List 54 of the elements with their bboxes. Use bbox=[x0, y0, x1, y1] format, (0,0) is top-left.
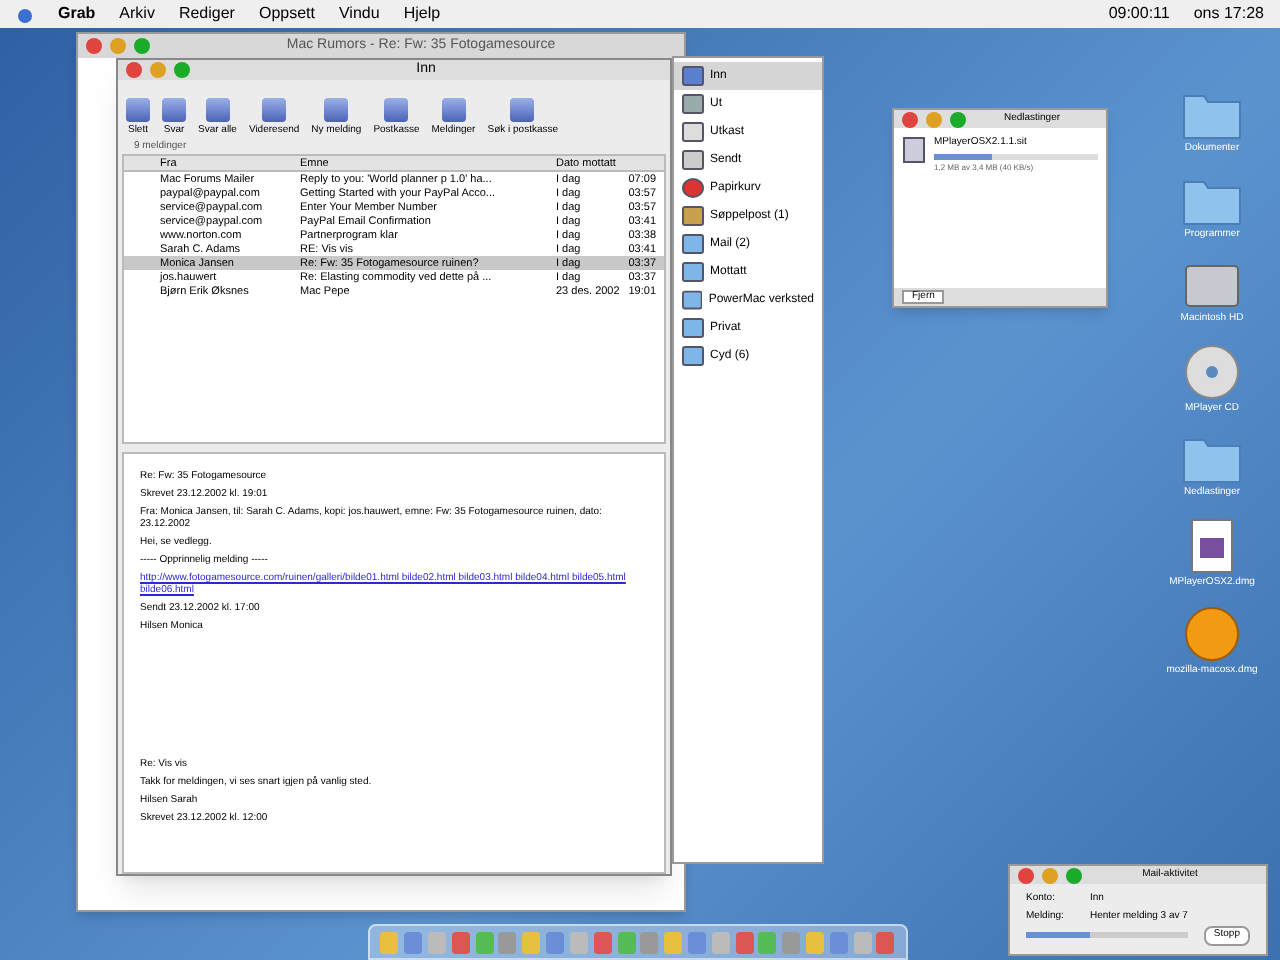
dock-app-icon[interactable] bbox=[806, 931, 825, 953]
toolbar-icon bbox=[324, 98, 349, 122]
globe-icon bbox=[1183, 606, 1240, 662]
dock-app-icon[interactable] bbox=[522, 931, 541, 953]
mailbox-icon bbox=[682, 66, 704, 86]
timer-text: 09:00:11 bbox=[1108, 2, 1170, 26]
toolbar-icon bbox=[384, 98, 409, 122]
dock-app-icon[interactable] bbox=[711, 931, 730, 953]
dock-app-icon[interactable] bbox=[617, 931, 636, 953]
dock-app-icon[interactable] bbox=[569, 931, 588, 953]
toolbar-icon bbox=[126, 98, 150, 122]
dock-app-icon[interactable] bbox=[451, 931, 470, 953]
menu-item[interactable]: Grab bbox=[58, 2, 96, 26]
dock-app-icon[interactable] bbox=[380, 931, 399, 953]
mailbox-icon bbox=[682, 94, 704, 114]
menu-item[interactable]: Rediger bbox=[178, 2, 235, 26]
dock-app-icon[interactable] bbox=[853, 931, 872, 953]
toolbar-icon bbox=[162, 98, 186, 122]
mailbox-icon bbox=[682, 262, 704, 282]
dock-app-icon[interactable] bbox=[876, 931, 895, 953]
file-icon bbox=[902, 136, 926, 164]
dock-app-icon[interactable] bbox=[640, 931, 659, 953]
dock-app-icon[interactable] bbox=[782, 931, 801, 953]
mailbox-icon bbox=[682, 234, 704, 254]
dock-app-icon[interactable] bbox=[593, 931, 612, 953]
dock-app-icon[interactable] bbox=[546, 931, 565, 953]
dock-app-icon[interactable] bbox=[664, 931, 683, 953]
dock-app-icon[interactable] bbox=[404, 931, 423, 953]
dock-app-icon[interactable] bbox=[735, 931, 754, 953]
toolbar-icon bbox=[205, 98, 230, 122]
dock-app-icon[interactable] bbox=[498, 931, 517, 953]
mailbox-icon bbox=[682, 150, 704, 170]
mailbox-icon bbox=[682, 346, 704, 366]
clock-text[interactable]: ons 17:28 bbox=[1193, 2, 1264, 26]
menu-item[interactable]: Vindu bbox=[338, 2, 380, 26]
document-icon bbox=[1187, 517, 1236, 573]
mailbox-icon bbox=[682, 290, 703, 310]
dock-app-icon[interactable] bbox=[758, 931, 777, 953]
toolbar-icon bbox=[510, 98, 535, 122]
menu-item[interactable]: Oppsett bbox=[258, 2, 315, 26]
trash-icon bbox=[682, 178, 704, 198]
mailbox-icon bbox=[682, 318, 704, 338]
dock-app-icon[interactable] bbox=[428, 931, 447, 953]
dock-app-icon[interactable] bbox=[475, 931, 494, 953]
menu-item[interactable]: Hjelp bbox=[403, 2, 441, 26]
dock-app-icon[interactable] bbox=[829, 931, 848, 953]
apple-icon[interactable] bbox=[16, 5, 34, 23]
toolbar-icon bbox=[441, 98, 466, 122]
menu-item[interactable]: Arkiv bbox=[119, 2, 155, 26]
disc-icon bbox=[1184, 343, 1240, 399]
dock-app-icon[interactable] bbox=[687, 931, 706, 953]
toolbar-icon bbox=[262, 98, 287, 122]
mailbox-icon bbox=[682, 206, 704, 226]
mailbox-icon bbox=[682, 122, 704, 142]
